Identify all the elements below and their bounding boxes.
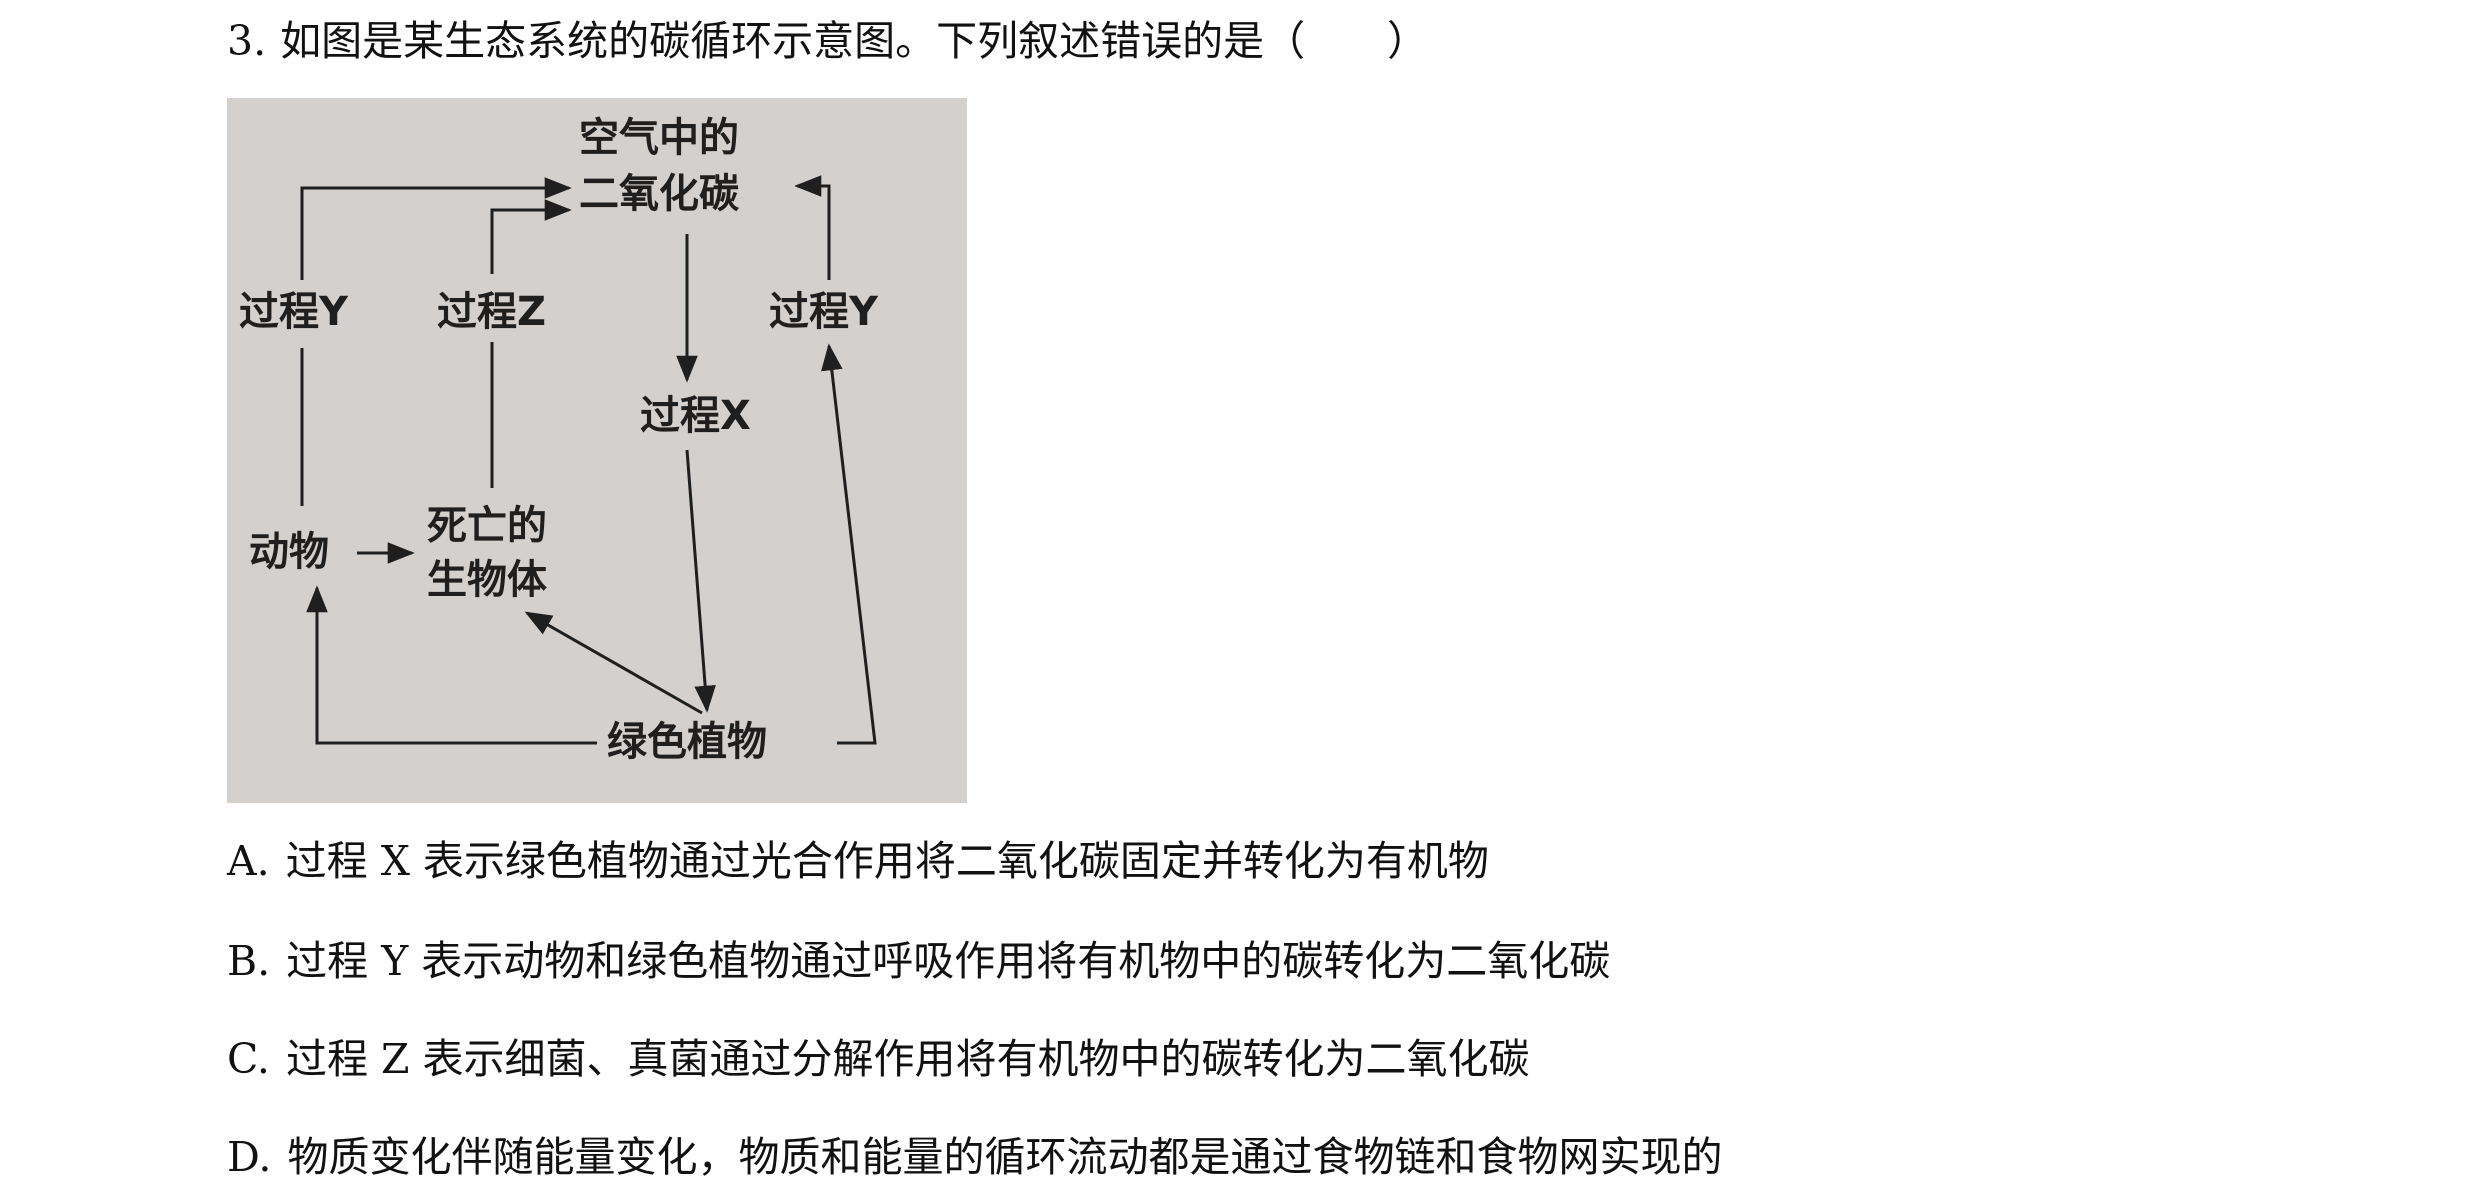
dead-organisms-line2: 生物体	[427, 557, 547, 603]
arrow-plants-to-animal	[306, 585, 597, 745]
option-d[interactable]: D. 物质变化伴随能量变化，物质和能量的循环流动都是通过食物链和食物网实现的	[227, 1130, 1722, 1184]
arrow-plants-to-co2	[821, 343, 877, 745]
process-y-left-label: 过程Y	[239, 289, 348, 335]
co2-label-line2: 二氧化碳	[579, 171, 739, 217]
option-c-letter: C.	[227, 1035, 270, 1083]
arrow-x-to-plants	[685, 449, 716, 713]
question-text: 如图是某生态系统的碳循环示意图。下列叙述错误的是（ ）	[280, 17, 1429, 65]
process-x-label: 过程X	[640, 393, 751, 439]
arrow-y-right-to-co2	[794, 175, 831, 280]
arrow-animal-to-co2	[300, 177, 572, 280]
option-b[interactable]: B. 过程 Y 表示动物和绿色植物通过呼吸作用将有机物中的碳转化为二氧化碳	[227, 934, 1610, 988]
arrow-plants-to-dead	[524, 611, 703, 715]
option-b-text: 过程 Y 表示动物和绿色植物通过呼吸作用将有机物中的碳转化为二氧化碳	[286, 937, 1611, 985]
question-stem: 3. 如图是某生态系统的碳循环示意图。下列叙述错误的是（ ）	[227, 14, 1428, 68]
arrow-decomposer-to-co2	[490, 199, 572, 274]
carbon-cycle-diagram: 空气中的 二氧化碳 过程Y 过程Z 过程X 过程Y 动物 死亡的 生物体 绿色植…	[227, 98, 967, 803]
process-z-label: 过程Z	[437, 289, 547, 335]
option-b-letter: B.	[227, 937, 271, 985]
process-y-right-label: 过程Y	[769, 289, 878, 335]
option-c[interactable]: C. 过程 Z 表示细菌、真菌通过分解作用将有机物中的碳转化为二氧化碳	[227, 1032, 1530, 1086]
co2-label-line1: 空气中的	[579, 115, 739, 161]
option-d-letter: D.	[227, 1133, 272, 1181]
option-d-text: 物质变化伴随能量变化，物质和能量的循环流动都是通过食物链和食物网实现的	[287, 1133, 1723, 1181]
dead-organisms-line1: 死亡的	[427, 503, 547, 549]
green-plants-label: 绿色植物	[607, 719, 767, 765]
question-number: 3.	[227, 17, 267, 65]
animal-label: 动物	[249, 529, 329, 575]
option-a-text: 过程 X 表示绿色植物通过光合作用将二氧化碳固定并转化为有机物	[285, 837, 1489, 885]
option-a-letter: A.	[227, 837, 270, 885]
option-c-text: 过程 Z 表示细菌、真菌通过分解作用将有机物中的碳转化为二氧化碳	[285, 1035, 1530, 1083]
option-a[interactable]: A. 过程 X 表示绿色植物通过光合作用将二氧化碳固定并转化为有机物	[227, 834, 1489, 888]
